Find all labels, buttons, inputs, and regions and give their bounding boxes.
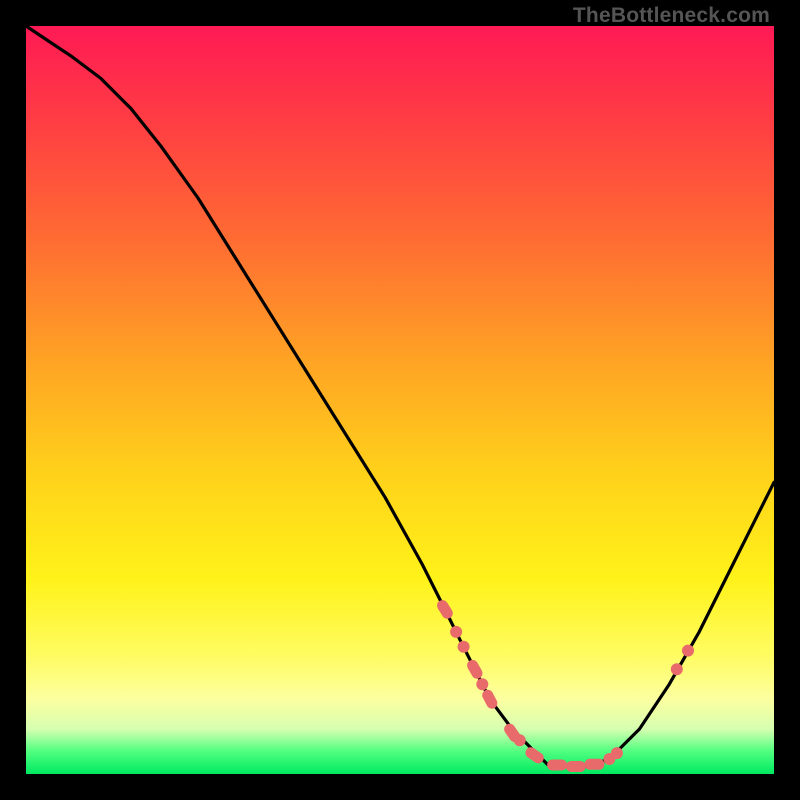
curve-marker-dot [514,734,526,746]
curve-marker-pill [547,760,567,771]
curve-marker-pill [523,745,546,765]
curve-layer [26,26,774,774]
bottleneck-curve [26,26,774,767]
watermark-text: TheBottleneck.com [573,4,770,28]
curve-marker-dot [611,747,623,759]
curve-markers [435,598,694,772]
curve-marker-pill [585,759,605,770]
curve-marker-pill [465,658,485,681]
curve-marker-dot [682,645,694,657]
curve-marker-pill [566,761,586,772]
curve-marker-dot [458,641,470,653]
curve-marker-dot [476,678,488,690]
plot-area [26,26,774,774]
curve-marker-dot [671,663,683,675]
curve-marker-dot [450,626,462,638]
curve-marker-pill [435,598,455,621]
chart-frame [26,26,774,774]
curve-line [26,26,774,767]
